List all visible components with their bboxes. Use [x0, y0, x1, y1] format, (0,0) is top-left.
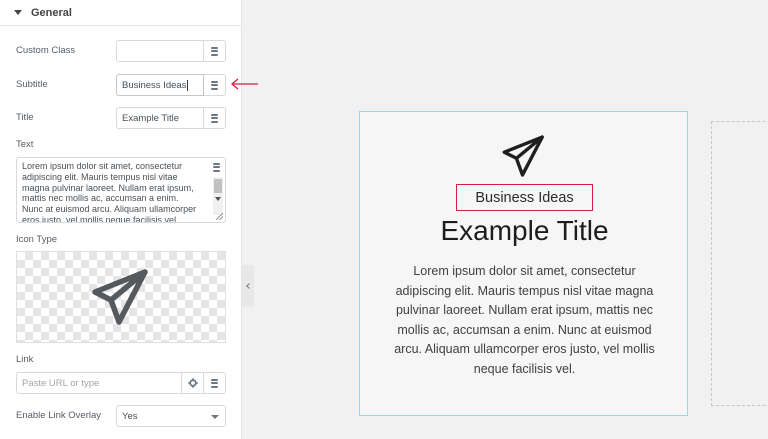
- widget-subtitle: Business Ideas: [456, 184, 593, 211]
- text-textarea-value: Lorem ipsum dolor sit amet, consectetur …: [22, 161, 197, 223]
- enable-link-overlay-select[interactable]: Yes: [116, 405, 226, 427]
- dynamic-tags-button[interactable]: [204, 372, 226, 394]
- title-label: Title: [16, 112, 34, 123]
- link-options-button[interactable]: [182, 372, 204, 394]
- chevron-left-icon: [246, 283, 252, 289]
- icon-type-label: Icon Type: [16, 234, 58, 245]
- database-icon: [211, 80, 218, 90]
- caret-down-icon: [14, 10, 22, 15]
- icon-box-widget[interactable]: Business Ideas Example Title Lorem ipsum…: [359, 111, 688, 416]
- custom-class-label: Custom Class: [16, 45, 76, 56]
- dynamic-tags-button[interactable]: [204, 74, 226, 96]
- link-label: Link: [16, 354, 34, 365]
- dynamic-tags-button[interactable]: [204, 40, 226, 62]
- paper-plane-icon: [502, 135, 544, 177]
- dynamic-tags-button[interactable]: [210, 160, 223, 174]
- custom-class-input[interactable]: [116, 40, 204, 62]
- widget-title: Example Title: [440, 215, 609, 246]
- section-general-header[interactable]: General: [0, 0, 242, 26]
- empty-column-placeholder[interactable]: [711, 121, 768, 406]
- scroll-down-arrow-icon[interactable]: [215, 197, 221, 201]
- subtitle-input[interactable]: Business Ideas: [116, 74, 204, 96]
- paper-plane-icon: [92, 269, 148, 325]
- textarea-scrollbar[interactable]: [213, 177, 223, 215]
- text-label: Text: [16, 139, 34, 150]
- subtitle-input-value: Business Ideas: [122, 79, 187, 91]
- annotation-arrow-icon: [230, 78, 258, 90]
- settings-panel: General Custom Class Subtitle Business I…: [0, 0, 242, 439]
- database-icon: [211, 113, 218, 123]
- title-input[interactable]: Example Title: [116, 107, 204, 129]
- gear-icon: [187, 378, 198, 388]
- text-textarea[interactable]: Lorem ipsum dolor sit amet, consectetur …: [16, 157, 226, 223]
- database-icon: [213, 162, 220, 172]
- database-icon: [211, 378, 218, 388]
- widget-text: Lorem ipsum dolor sit amet, consectetur …: [394, 264, 655, 376]
- text-cursor: [187, 79, 189, 91]
- enable-link-overlay-label: Enable Link Overlay: [16, 410, 102, 421]
- collapse-panel-button[interactable]: [242, 265, 254, 307]
- chevron-down-icon: [211, 415, 219, 419]
- section-title: General: [31, 6, 72, 19]
- enable-link-overlay-value: Yes: [122, 410, 138, 422]
- resize-handle-icon[interactable]: [216, 213, 223, 220]
- dynamic-tags-button[interactable]: [204, 107, 226, 129]
- link-url-input[interactable]: Paste URL or type: [16, 372, 182, 394]
- scrollbar-thumb[interactable]: [214, 179, 222, 193]
- database-icon: [211, 46, 218, 56]
- icon-picker-preview[interactable]: [16, 251, 226, 343]
- subtitle-label: Subtitle: [16, 79, 48, 90]
